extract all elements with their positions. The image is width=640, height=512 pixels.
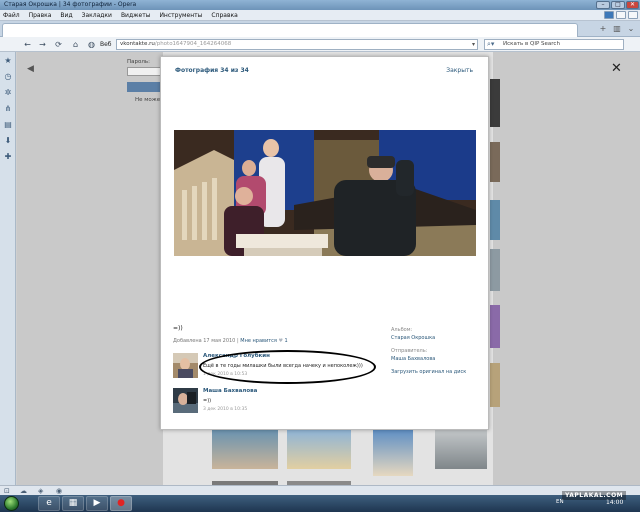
photo-viewer-modal: Фотография 34 из 34 Закрыть =)) Добавлен…	[160, 56, 489, 430]
photo[interactable]	[174, 130, 476, 256]
close-tab-icon[interactable]	[628, 11, 638, 19]
trash-icon[interactable]: ▥	[612, 24, 622, 34]
bookmarks-star-icon[interactable]: ★	[3, 56, 13, 66]
globe-icon: ◍	[88, 40, 95, 49]
cloud-icon[interactable]: ☁	[20, 487, 27, 495]
photo-image	[174, 130, 476, 256]
close-window-button[interactable]: ✕	[626, 1, 639, 9]
photo-meta: Добавлена 17 мая 2010 | Мне нравится ♥ 1	[173, 338, 288, 344]
password-label: Пароль:	[127, 59, 150, 65]
menu-bookmarks[interactable]: Закладки	[82, 12, 112, 19]
added-date: Добавлена 17 мая 2010	[173, 338, 236, 344]
home-icon[interactable]: ⌂	[70, 39, 81, 50]
start-button[interactable]	[4, 496, 19, 511]
web-label: Веб	[100, 41, 112, 48]
tabstrip-icons: + ▥ ⌄	[598, 24, 636, 34]
search-input[interactable]: ⌕▾ Искать в QIP Search	[484, 39, 624, 50]
side-panel: ★ ◷ ✲ ⋔ ▤ ⬇ ✚	[0, 52, 16, 485]
tab-panel-icon[interactable]	[604, 11, 614, 19]
site-watermark: YAPLAKAL.COM	[562, 491, 627, 500]
comment-date[interactable]: 3 дек 2010 в 10:35	[203, 407, 247, 412]
forward-icon[interactable]: →	[37, 39, 48, 50]
menu-help[interactable]: Справка	[211, 12, 237, 19]
status-bar: ⊡ ☁ ◈ ◉	[0, 485, 640, 495]
back-icon[interactable]: ←	[22, 39, 33, 50]
heart-icon[interactable]: ♥	[278, 338, 282, 344]
menu-widgets[interactable]: Виджеты	[121, 12, 151, 19]
new-tab-icon[interactable]: +	[598, 24, 608, 34]
search-placeholder: Искать в QIP Search	[503, 41, 560, 47]
comment-item: Маша Бахвалова =)) 3 дек 2010 в 10:35	[173, 388, 473, 418]
minimize-button[interactable]: –	[596, 1, 610, 9]
tab-strip: + ▥ ⌄	[0, 21, 640, 37]
url-path: /photo1647904_164264068	[154, 41, 232, 47]
tab-active[interactable]	[2, 23, 578, 37]
maximize-button[interactable]: □	[611, 1, 625, 9]
url-input[interactable]: vkontakte.ru/photo1647904_164264068 ▾	[116, 39, 478, 50]
window-titlebar: Старая Окрошка | 34 фотографии - Opera –…	[0, 0, 640, 10]
settings-gear-icon[interactable]: ✲	[3, 88, 13, 98]
close-link[interactable]: Закрыть	[446, 67, 473, 74]
close-viewer-icon[interactable]: ✕	[611, 61, 622, 76]
taskbar: e ▦ ▶ ● EN 14:00	[0, 495, 640, 512]
menu-bar: Файл Правка Вид Закладки Виджеты Инструм…	[0, 10, 640, 21]
notes-icon[interactable]: ▤	[3, 120, 13, 130]
like-link[interactable]: Мне нравится	[240, 338, 277, 344]
album-thumbnail[interactable]	[435, 430, 487, 469]
reload-icon[interactable]: ⟳	[53, 39, 64, 50]
comment-text: =))	[203, 398, 212, 404]
opera-taskbar-icon[interactable]: ●	[110, 496, 132, 511]
photo-counter-title: Фотография 34 из 34	[175, 67, 249, 74]
photo-caption: =))	[173, 325, 183, 332]
menu-right-controls	[604, 11, 638, 19]
folder-taskbar-icon[interactable]: ▦	[62, 496, 84, 511]
avatar-image	[173, 388, 198, 413]
menu-file[interactable]: Файл	[3, 12, 20, 19]
album-thumbnail[interactable]	[287, 430, 351, 469]
comment-author[interactable]: Маша Бахвалова	[203, 388, 257, 394]
highlight-ellipse	[199, 350, 376, 384]
album-thumbnail[interactable]	[490, 363, 500, 407]
panel-toggle-icon[interactable]: ⊡	[4, 487, 10, 495]
avatar[interactable]	[173, 388, 198, 413]
album-thumbnail[interactable]	[373, 430, 413, 476]
menu-tools[interactable]: Инструменты	[159, 12, 202, 19]
speed-dial-icon[interactable]: ◈	[38, 487, 43, 495]
avatar[interactable]	[173, 353, 198, 378]
panels-icon[interactable]: ✚	[3, 152, 13, 162]
prev-photo-icon[interactable]: ◀	[27, 64, 34, 74]
url-domain: vkontakte.ru	[120, 41, 155, 47]
url-dropdown-icon[interactable]: ▾	[472, 40, 475, 49]
menu-edit[interactable]: Правка	[29, 12, 52, 19]
window-title: Старая Окрошка | 34 фотографии - Opera	[4, 1, 137, 8]
search-icon[interactable]: ⌕▾	[487, 40, 494, 49]
tray-clock[interactable]: 14:00	[606, 499, 623, 506]
album-thumbnail[interactable]	[490, 200, 500, 240]
album-thumbnail[interactable]	[490, 249, 500, 291]
album-label: Альбом:	[391, 327, 413, 333]
ie-taskbar-icon[interactable]: e	[38, 496, 60, 511]
album-link[interactable]: Старая Окрошка	[391, 335, 435, 341]
avatar-image	[173, 353, 198, 378]
downloads-icon[interactable]: ⬇	[3, 136, 13, 146]
address-bar: ← → ⟳ ⌂ ◍ Веб vkontakte.ru/photo1647904_…	[0, 37, 640, 52]
turbo-icon[interactable]: ◉	[56, 487, 62, 495]
tab-menu-icon[interactable]: ⌄	[626, 24, 636, 34]
player-taskbar-icon[interactable]: ▶	[86, 496, 108, 511]
album-thumbnail[interactable]	[490, 79, 500, 127]
likes-count[interactable]: 1	[285, 338, 288, 344]
album-thumbnail[interactable]	[490, 305, 500, 348]
share-icon[interactable]: ⋔	[3, 104, 13, 114]
history-icon[interactable]: ◷	[3, 72, 13, 82]
restore-icon[interactable]	[616, 11, 626, 19]
album-thumbnail[interactable]	[212, 430, 278, 469]
album-thumbnail[interactable]	[490, 142, 500, 182]
menu-view[interactable]: Вид	[60, 12, 72, 19]
